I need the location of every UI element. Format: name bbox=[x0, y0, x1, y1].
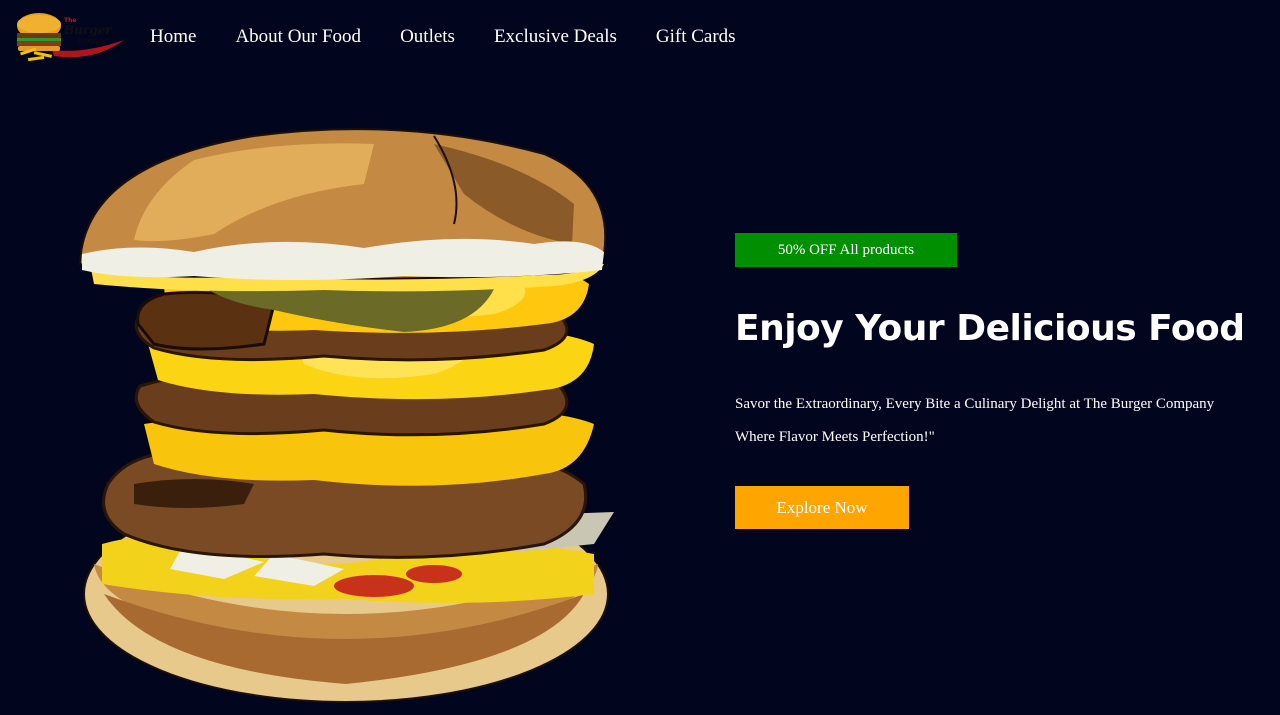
brand-logo[interactable]: The Burger Company bbox=[14, 10, 126, 68]
stacked-burger-illustration bbox=[78, 128, 614, 703]
nav-outlets-link[interactable]: Outlets bbox=[400, 26, 455, 48]
hero-title: Enjoy Your Delicious Food bbox=[735, 308, 1245, 349]
nav-exclusive-deals-link[interactable]: Exclusive Deals bbox=[494, 26, 617, 48]
burger-logo-icon: The Burger Company bbox=[17, 13, 124, 62]
promo-badge: 50% OFF All products bbox=[735, 233, 957, 267]
logo-text-burger: Burger bbox=[63, 23, 113, 37]
main-nav: Home About Our Food Outlets Exclusive De… bbox=[150, 26, 775, 48]
hero-description: Savor the Extraordinary, Every Bite a Cu… bbox=[735, 396, 1215, 445]
logo-text-company: Company bbox=[78, 38, 107, 45]
nav-gift-cards-link[interactable]: Gift Cards bbox=[656, 26, 736, 48]
nav-about-food-link[interactable]: About Our Food bbox=[235, 26, 361, 48]
hero-burger-image bbox=[74, 124, 620, 708]
navbar: The Burger Company Home About Our Food O… bbox=[0, 0, 1280, 76]
explore-now-button[interactable]: Explore Now bbox=[735, 486, 909, 529]
nav-home-link[interactable]: Home bbox=[150, 26, 196, 48]
